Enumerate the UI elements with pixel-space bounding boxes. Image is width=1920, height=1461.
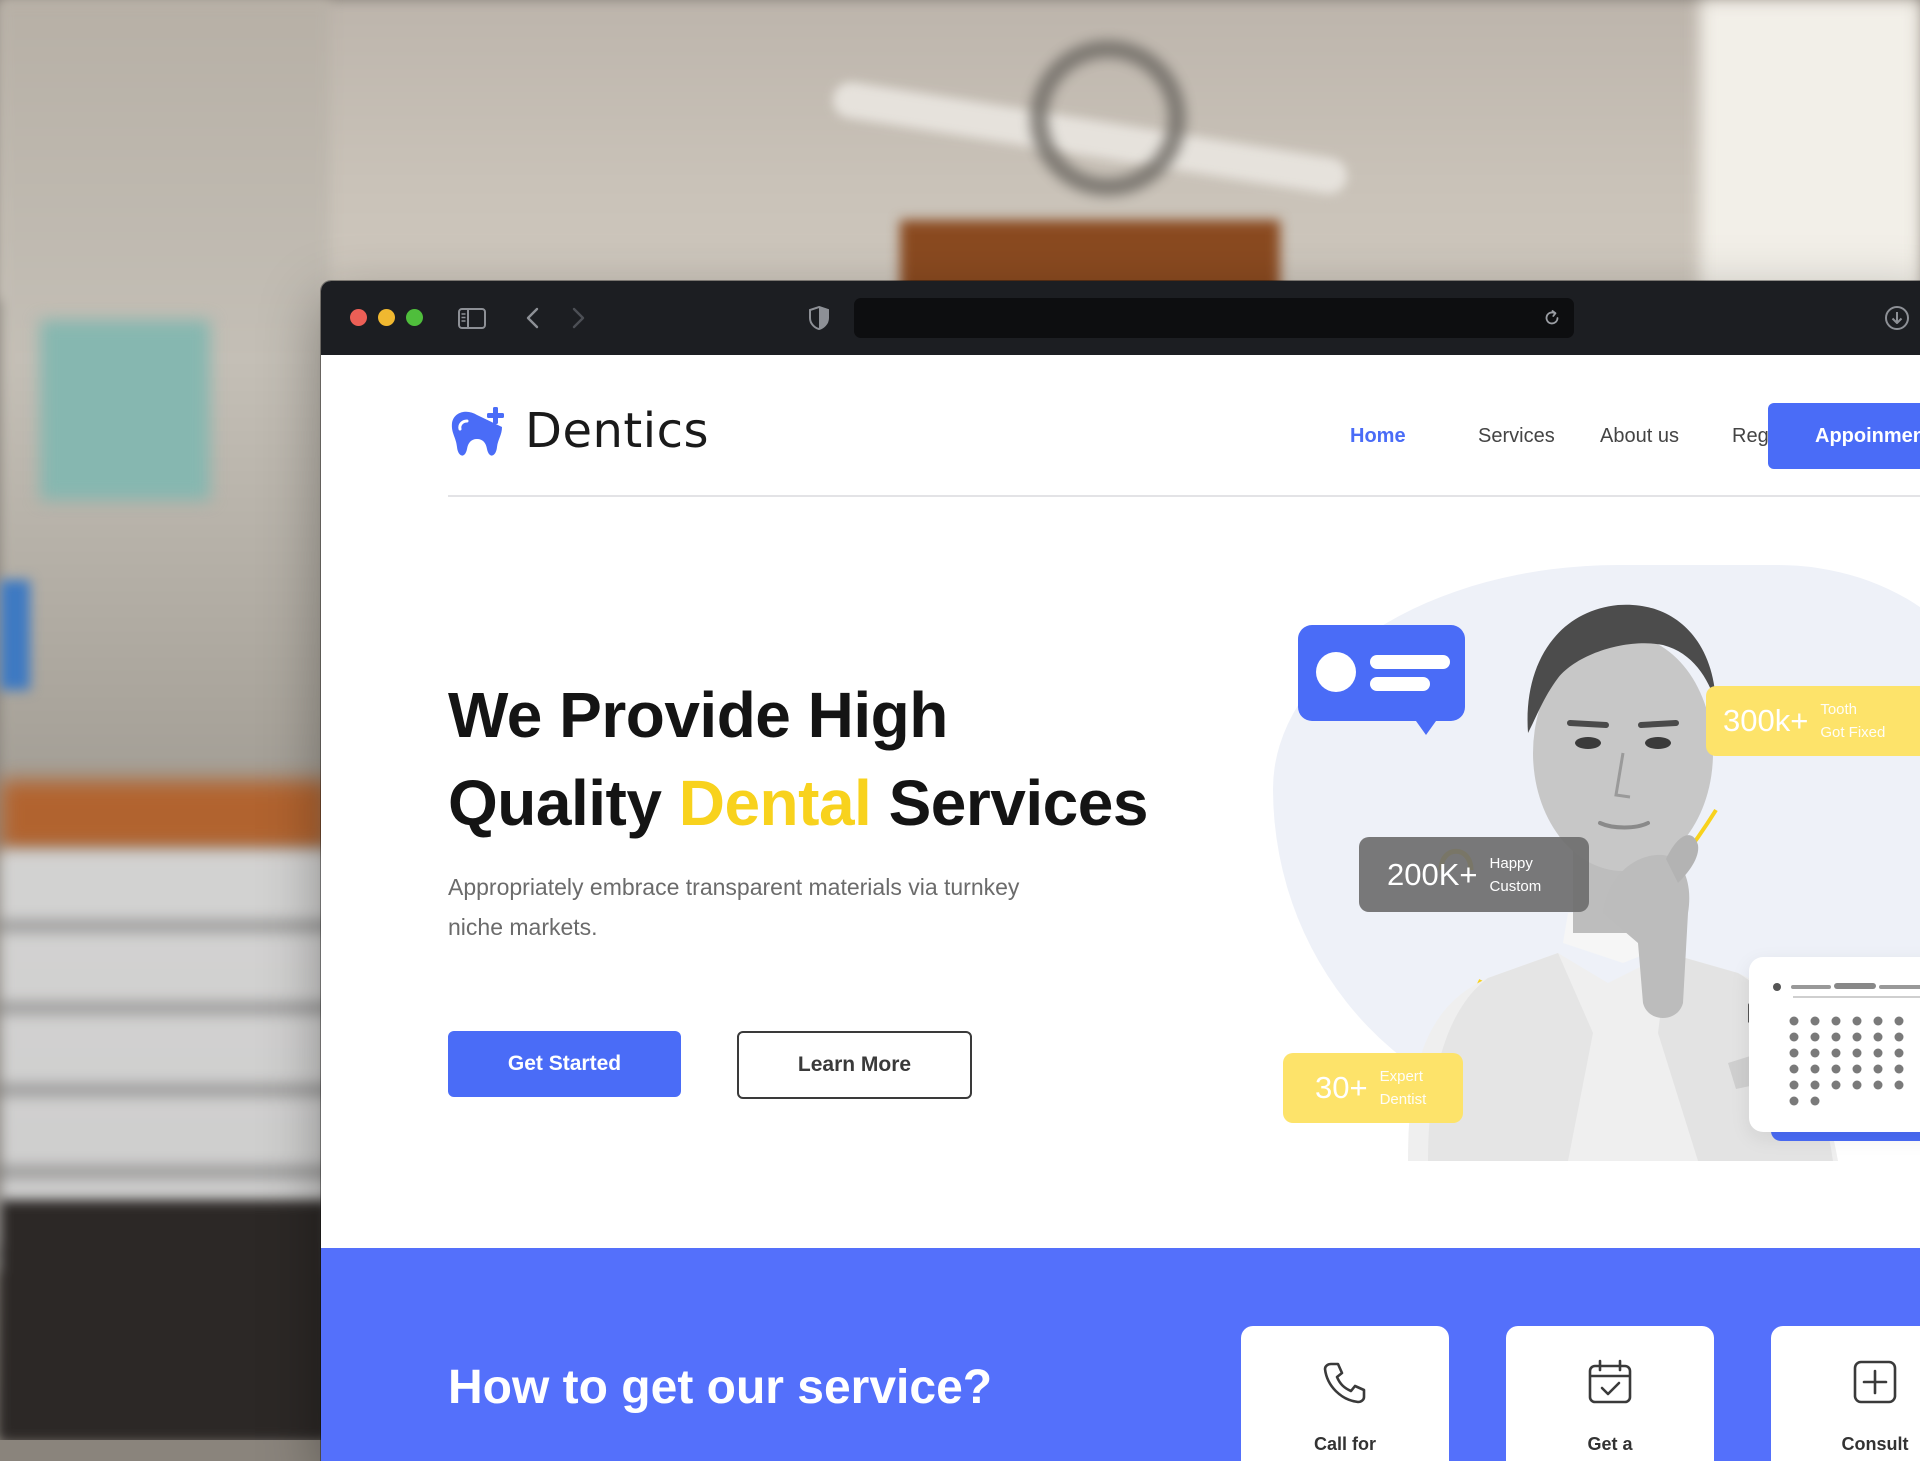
stat-label-line2: Custom	[1489, 877, 1542, 895]
hero-title-line2: Quality Dental Services	[448, 759, 1148, 847]
service-card-call[interactable]: Call for	[1241, 1326, 1449, 1461]
nav-services[interactable]: Services	[1478, 425, 1555, 448]
hero-title: We Provide High Quality Dental Services	[448, 671, 1148, 847]
learn-more-button[interactable]: Learn More	[737, 1031, 972, 1099]
stat-label-line1: Tooth	[1820, 701, 1858, 718]
stat-value: 200K+	[1387, 856, 1478, 892]
address-bar[interactable]	[854, 298, 1574, 338]
calendar-card	[1749, 957, 1920, 1132]
web-page: Dentics Home Services About us Register …	[321, 355, 1920, 1461]
service-card-label: Consult	[1841, 1434, 1909, 1454]
hero-title-post: Services	[871, 767, 1149, 839]
nav-about-us[interactable]: About us	[1600, 425, 1679, 448]
calendar-check-icon	[1584, 1356, 1636, 1408]
forward-icon[interactable]	[563, 303, 593, 333]
minimize-window-button[interactable]	[378, 309, 395, 326]
stat-label-line2: Dentist	[1379, 1091, 1427, 1108]
service-card-label: Call for	[1313, 1434, 1376, 1454]
sidebar-icon[interactable]	[457, 303, 487, 333]
service-card-label: Get a	[1587, 1434, 1633, 1454]
stat-teeth-fixed: 300k+ Tooth Got Fixed	[1706, 686, 1920, 756]
stat-label-line1: Happy	[1489, 854, 1533, 872]
stat-label: Tooth Got Fixed	[1820, 698, 1885, 744]
phone-icon	[1319, 1356, 1371, 1408]
stat-label-line1: Expert	[1379, 1068, 1423, 1085]
brand-name[interactable]: Dentics	[525, 403, 709, 459]
service-card-consult[interactable]: Consult	[1771, 1326, 1920, 1461]
appointment-button[interactable]: Appoinmen	[1768, 403, 1920, 469]
shield-icon[interactable]	[804, 303, 834, 333]
chat-bubble-icon	[1298, 625, 1465, 735]
plus-square-icon	[1849, 1356, 1901, 1408]
stat-happy-customers: 200K+ Happy Custom	[1359, 837, 1589, 912]
tooth-logo-icon[interactable]	[448, 407, 506, 461]
hero-title-line1: We Provide High	[448, 679, 948, 751]
hero-title-pre: Quality	[448, 767, 679, 839]
hero-title-accent: Dental	[678, 767, 872, 839]
close-window-button[interactable]	[350, 309, 367, 326]
hero-subtitle: Appropriately embrace transparent materi…	[448, 874, 1020, 940]
reload-icon[interactable]	[1542, 308, 1562, 328]
stat-label-line2: Got Fixed	[1820, 724, 1886, 741]
stat-label: Expert Dentist	[1380, 1065, 1427, 1111]
back-icon[interactable]	[518, 303, 548, 333]
service-card-appointment[interactable]: Get a	[1506, 1326, 1714, 1461]
browser-toolbar	[321, 281, 1920, 355]
stat-expert-dentists: 30+ Expert Dentist	[1283, 1053, 1463, 1123]
get-started-button[interactable]: Get Started	[448, 1031, 681, 1097]
site-header: Dentics Home Services About us Register …	[448, 355, 1920, 497]
service-section: How to get our service? Call for Get a C…	[321, 1248, 1920, 1461]
service-section-title: How to get our service?	[448, 1361, 993, 1414]
maximize-window-button[interactable]	[406, 309, 423, 326]
stat-value: 30+	[1315, 1070, 1368, 1105]
stat-value: 300k+	[1723, 703, 1809, 738]
download-icon[interactable]	[1882, 303, 1912, 333]
nav-home[interactable]: Home	[1350, 425, 1406, 448]
stat-label: Happy Custom	[1490, 852, 1542, 898]
browser-window: Dentics Home Services About us Register …	[321, 281, 1920, 1461]
